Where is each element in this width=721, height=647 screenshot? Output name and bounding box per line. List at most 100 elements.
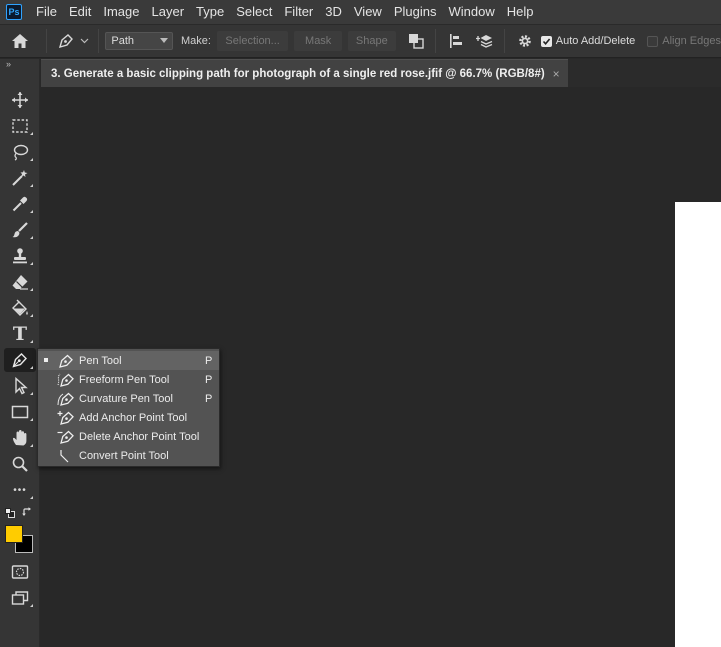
quick-mask-button[interactable] (4, 560, 36, 584)
paint-bucket-icon (12, 299, 28, 316)
lasso-icon (13, 144, 29, 161)
chevron-down-icon (159, 38, 168, 43)
eyedropper-tool[interactable] (4, 192, 36, 216)
menu-type[interactable]: Type (190, 0, 230, 24)
document-tab-bar: 3. Generate a basic clipping path for ph… (41, 59, 721, 87)
path-arrangement-button[interactable] (470, 27, 498, 55)
align-edges-checkbox[interactable] (647, 35, 659, 47)
flyout-item-curvature-pen-tool[interactable]: Curvature Pen Tool P (38, 389, 219, 408)
type-icon: T (12, 323, 28, 345)
rectangle-icon (11, 405, 29, 419)
menu-plugins[interactable]: Plugins (388, 0, 443, 24)
foreground-color-swatch[interactable] (5, 525, 23, 543)
auto-add-delete-label: Auto Add/Delete (555, 35, 636, 47)
hand-tool[interactable] (4, 426, 36, 450)
tool-group-indicator (30, 496, 33, 499)
pen-tool-flyout-menu: Pen Tool P Freeform Pen Tool P Curvature… (37, 348, 220, 467)
tool-group-indicator (30, 210, 33, 213)
align-icon (450, 34, 463, 48)
make-shape-button[interactable]: Shape (348, 31, 396, 51)
menu-help[interactable]: Help (501, 0, 540, 24)
hand-icon (13, 430, 27, 446)
pen-mode-select[interactable]: Path (105, 32, 173, 50)
auto-add-delete-option[interactable]: Auto Add/Delete (540, 35, 636, 47)
tool-group-indicator (30, 236, 33, 239)
pen-mode-value: Path (111, 35, 135, 47)
home-button[interactable] (0, 24, 40, 58)
menu-edit[interactable]: Edit (63, 0, 97, 24)
stamp-icon (13, 248, 27, 264)
edit-toolbar-button[interactable]: ••• (4, 478, 36, 502)
menu-3d[interactable]: 3D (319, 0, 348, 24)
path-alignment-button[interactable] (442, 27, 470, 55)
make-mask-button[interactable]: Mask (294, 31, 342, 51)
brush-tool[interactable] (4, 218, 36, 242)
zoom-tool[interactable] (4, 452, 36, 476)
tool-group-indicator (30, 262, 33, 265)
flyout-item-shortcut: P (205, 392, 213, 405)
default-colors-icon[interactable] (5, 508, 15, 518)
tool-group-indicator (30, 288, 33, 291)
tool-group-indicator (30, 418, 33, 421)
options-divider (503, 29, 505, 53)
move-icon (12, 92, 28, 108)
home-icon (11, 34, 28, 48)
auto-add-delete-checkbox[interactable] (540, 35, 552, 47)
menu-file[interactable]: File (30, 0, 63, 24)
arrange-layers-icon (476, 35, 493, 48)
menu-select[interactable]: Select (230, 0, 278, 24)
make-selection-button[interactable]: Selection... (216, 31, 289, 51)
gear-icon (519, 35, 531, 47)
path-options-button[interactable] (511, 27, 539, 55)
photoshop-logo: Ps (6, 4, 22, 20)
menu-view[interactable]: View (348, 0, 388, 24)
chevron-down-icon (80, 38, 88, 44)
rectangle-tool[interactable] (4, 400, 36, 424)
move-tool[interactable] (4, 88, 36, 112)
flyout-item-delete-anchor-point-tool[interactable]: Delete Anchor Point Tool (38, 427, 219, 446)
magic-wand-tool[interactable] (4, 166, 36, 190)
brush-icon (12, 222, 28, 238)
options-bar: Path Make: Selection... Mask Shape Auto … (0, 24, 721, 58)
convert-point-icon (56, 447, 76, 464)
marquee-icon (12, 119, 28, 133)
screen-mode-button[interactable] (4, 586, 36, 610)
flyout-item-pen-tool[interactable]: Pen Tool P (38, 351, 219, 370)
marquee-tool[interactable] (4, 114, 36, 138)
menu-window[interactable]: Window (442, 0, 500, 24)
flyout-item-freeform-pen-tool[interactable]: Freeform Pen Tool P (38, 370, 219, 389)
tools-panel: » T ••• (0, 59, 40, 647)
type-tool[interactable]: T (4, 322, 36, 346)
menu-filter[interactable]: Filter (278, 0, 319, 24)
clone-stamp-tool[interactable] (4, 244, 36, 268)
curvature-pen-icon (56, 390, 76, 407)
lasso-tool[interactable] (4, 140, 36, 164)
menu-layer[interactable]: Layer (146, 0, 191, 24)
flyout-item-add-anchor-point-tool[interactable]: Add Anchor Point Tool (38, 408, 219, 427)
document-canvas[interactable] (675, 202, 721, 647)
paint-bucket-tool[interactable] (4, 296, 36, 320)
eraser-tool[interactable] (4, 270, 36, 294)
tool-group-indicator (30, 340, 33, 343)
collapse-toolbar-button[interactable]: » (0, 59, 39, 71)
add-anchor-point-icon (56, 409, 76, 426)
tool-group-indicator (30, 314, 33, 317)
path-selection-tool[interactable] (4, 374, 36, 398)
close-icon[interactable]: × (553, 67, 560, 81)
align-edges-option[interactable]: Align Edges (647, 35, 721, 47)
path-operations-icon (408, 34, 424, 49)
magic-wand-icon (12, 170, 28, 186)
flyout-item-label: Convert Point Tool (79, 449, 169, 462)
menu-bar: Ps File Edit Image Layer Type Select Fil… (0, 0, 721, 24)
tool-group-indicator (30, 184, 33, 187)
options-divider (45, 29, 47, 53)
document-tab[interactable]: 3. Generate a basic clipping path for ph… (41, 59, 568, 87)
path-operations-button[interactable] (402, 27, 430, 55)
swap-colors-icon[interactable] (22, 507, 33, 518)
document-tab-title: 3. Generate a basic clipping path for ph… (51, 67, 545, 80)
tool-preset-picker[interactable] (53, 32, 93, 50)
flyout-item-convert-point-tool[interactable]: Convert Point Tool (38, 446, 219, 465)
pen-tool[interactable] (4, 348, 36, 372)
menu-image[interactable]: Image (97, 0, 145, 24)
flyout-item-shortcut: P (205, 354, 213, 367)
